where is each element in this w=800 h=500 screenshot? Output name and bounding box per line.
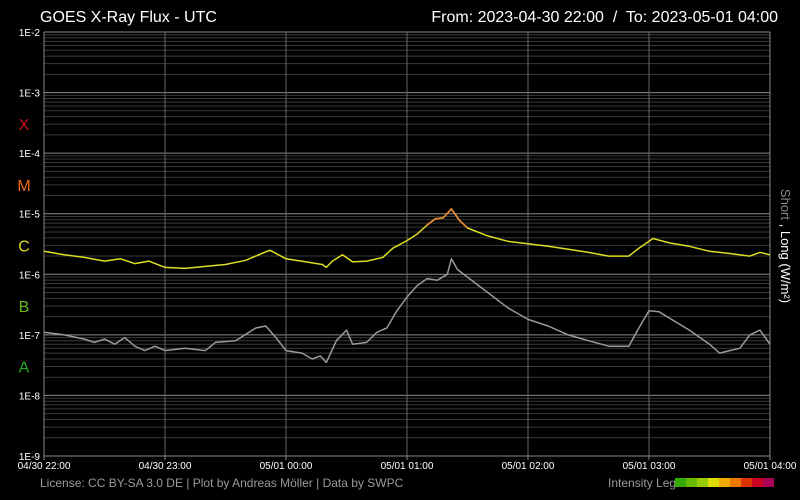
intensity-swatch xyxy=(708,478,719,487)
chart-background xyxy=(0,0,800,500)
intensity-swatch xyxy=(752,478,763,487)
footer-credits: License: CC BY-SA 3.0 DE | Plot by Andre… xyxy=(40,476,404,490)
intensity-swatch xyxy=(741,478,752,487)
flare-class-c: C xyxy=(18,238,30,255)
y-tick-label: 1E-7 xyxy=(19,331,41,342)
x-tick-label: 05/01 03:00 xyxy=(623,461,676,472)
flare-class-x: X xyxy=(19,117,30,134)
x-tick-label: 05/01 01:00 xyxy=(381,461,434,472)
x-tick-label: 04/30 22:00 xyxy=(18,461,71,472)
y-axis-label: Short , Long (W/m²) xyxy=(778,189,793,303)
intensity-swatch xyxy=(763,478,774,487)
y-axis-label-short: Short xyxy=(778,189,793,220)
x-tick-label: 04/30 23:00 xyxy=(139,461,192,472)
y-tick-label: 1E-5 xyxy=(19,210,41,221)
intensity-swatch xyxy=(686,478,697,487)
y-axis-label-long: Long (W/m²) xyxy=(778,231,793,303)
y-axis-label-sep: , xyxy=(778,220,793,231)
chart-title: GOES X-Ray Flux - UTC xyxy=(40,9,217,26)
intensity-swatch xyxy=(675,478,686,487)
date-range-label: From: 2023-04-30 22:00 / To: 2023-05-01 … xyxy=(431,9,778,26)
intensity-legend-label: Intensity Leg xyxy=(608,476,676,490)
x-tick-label: 05/01 00:00 xyxy=(260,461,313,472)
flare-class-a: A xyxy=(19,360,30,377)
y-tick-label: 1E-2 xyxy=(19,28,41,39)
flare-class-b: B xyxy=(19,299,30,316)
flare-class-m: M xyxy=(17,178,30,195)
intensity-swatch xyxy=(719,478,730,487)
y-tick-label: 1E-4 xyxy=(19,149,41,160)
intensity-legend xyxy=(675,478,774,487)
y-tick-label: 1E-3 xyxy=(19,89,41,100)
y-tick-label: 1E-6 xyxy=(19,270,41,281)
y-tick-label: 1E-8 xyxy=(19,391,41,402)
x-tick-label: 05/01 02:00 xyxy=(502,461,555,472)
xray-flux-chart: GOES X-Ray Flux - UTC From: 2023-04-30 2… xyxy=(0,0,800,500)
intensity-swatch xyxy=(730,478,741,487)
x-tick-label: 05/01 04:00 xyxy=(744,461,797,472)
intensity-swatch xyxy=(697,478,708,487)
